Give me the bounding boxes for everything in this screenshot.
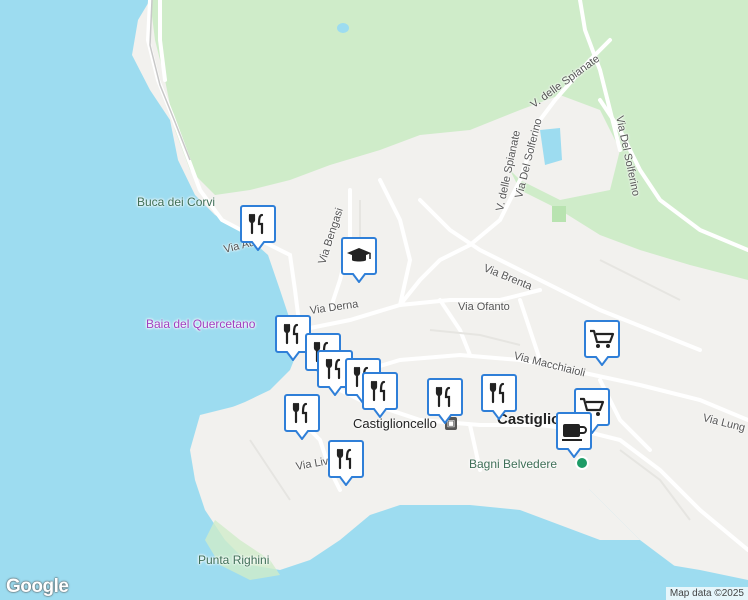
marker-shop[interactable]: [584, 320, 620, 366]
place-label-baia-del-quercetano: Baia del Quercetano: [146, 317, 256, 331]
marker-cafe[interactable]: [556, 412, 592, 458]
marker-restaurant[interactable]: [362, 372, 398, 418]
marker-restaurant[interactable]: [240, 205, 276, 251]
google-logo: Google: [6, 576, 69, 597]
marker-restaurant[interactable]: [328, 440, 364, 486]
marker-restaurant[interactable]: [481, 374, 517, 420]
beach-pin-icon[interactable]: [575, 456, 589, 470]
road-label-via-ofanto: Via Ofanto: [458, 301, 510, 313]
place-label-bagni-belvedere: Bagni Belvedere: [469, 457, 558, 471]
marker-school[interactable]: [341, 237, 377, 283]
place-label-castiglioncello: Castiglioncello: [353, 416, 437, 431]
place-label-punta-righini: Punta Righini: [198, 553, 270, 567]
map-view[interactable]: Buca dei Corvi Baia del Quercetano Casti…: [0, 0, 748, 600]
marker-restaurant[interactable]: [427, 378, 463, 424]
map-base-layer: [0, 0, 748, 600]
map-attribution[interactable]: Map data ©2025: [665, 587, 748, 600]
marker-restaurant[interactable]: [284, 394, 320, 440]
place-label-buca-dei-corvi: Buca dei Corvi: [137, 195, 216, 209]
